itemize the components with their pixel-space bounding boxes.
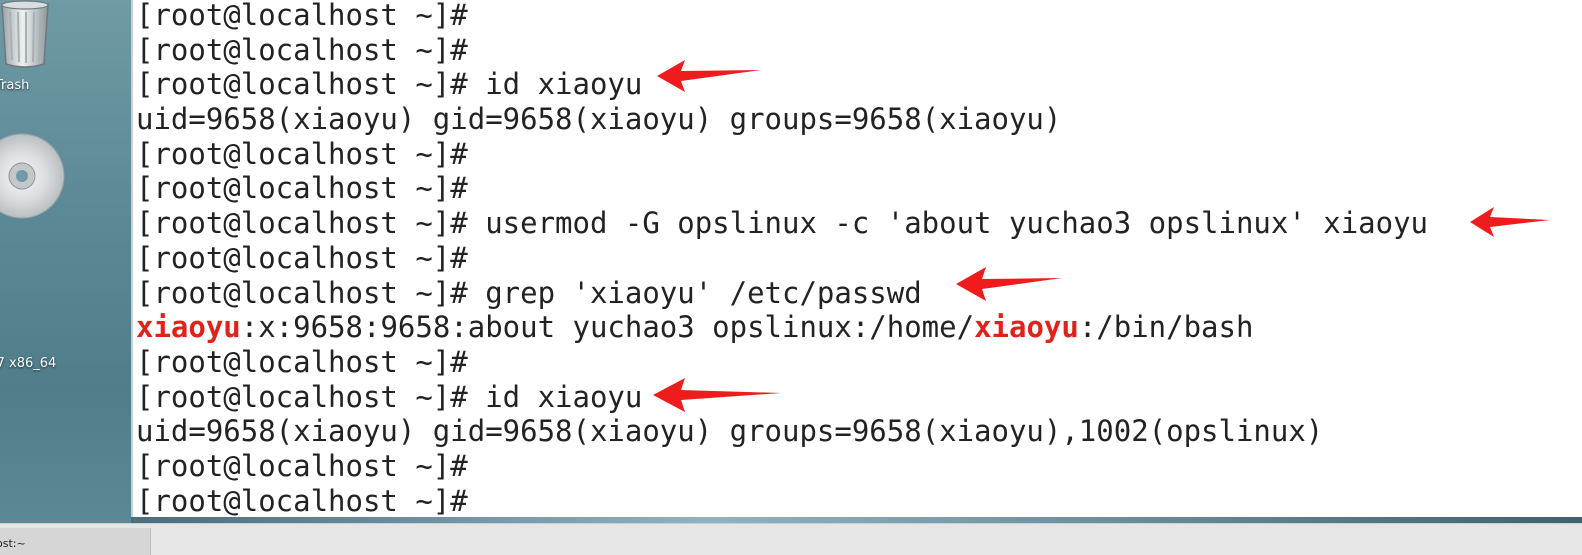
trash-label: Trash [0, 78, 30, 93]
terminal-line: [root@localhost ~]# [136, 171, 468, 206]
cd-drive-label: OS 7 x86_64 [0, 356, 57, 371]
desktop-cd-drive[interactable]: OS 7 x86_64 [0, 130, 100, 371]
terminal-line: [root@localhost ~]# [136, 0, 468, 32]
terminal-line: [root@localhost ~]# id xiaoyu [136, 67, 643, 102]
terminal-line: uid=9658(xiaoyu) gid=9658(xiaoyu) groups… [136, 102, 1062, 137]
terminal-line: [root@localhost ~]# [136, 32, 468, 67]
red-arrow-icon [657, 60, 761, 92]
optical-disc-icon [0, 133, 65, 219]
terminal-line: [root@localhost ~]# usermod -G opslinux … [136, 206, 1429, 241]
terminal-line: [root@localhost ~]# grep 'xiaoyu' /etc/p… [136, 275, 922, 310]
terminal-line: [root@localhost ~]# [136, 240, 468, 275]
terminal-line: uid=9658(xiaoyu) gid=9658(xiaoyu) groups… [136, 414, 1324, 449]
terminal-line: xiaoyu:x:9658:9658:about yuchao3 opslinu… [136, 310, 1428, 345]
terminal-window[interactable]: [root@localhost ~]# [root@localhost ~]# [r… [131, 0, 1582, 518]
highlighted-match: xiaoyu [136, 310, 241, 345]
red-arrow-icon [653, 378, 781, 412]
highlighted-match: xiaoyu [974, 310, 1079, 345]
taskbar-terminal-label: ost:~ [0, 537, 26, 550]
terminal-line: [root@localhost ~]# [136, 448, 468, 483]
terminal-output: [root@localhost ~]# [root@localhost ~]# [r… [136, 0, 1428, 518]
trash-icon [1, 0, 49, 68]
terminal-line: [root@localhost ~]# [136, 344, 468, 379]
taskbar-terminal-button[interactable]: ost:~ [0, 528, 151, 555]
terminal-line: [root@localhost ~]# [136, 483, 468, 518]
terminal-text: :x:9658:9658:about yuchao3 opslinux:/hom… [240, 310, 975, 345]
desktop-trash[interactable]: Trash [0, 0, 60, 93]
terminal-text: :/bin/bash [1078, 310, 1254, 345]
taskbar: ost:~ [0, 523, 1582, 555]
red-arrow-icon [956, 267, 1062, 301]
terminal-line: [root@localhost ~]# [136, 136, 468, 171]
red-arrow-icon [1470, 207, 1550, 237]
